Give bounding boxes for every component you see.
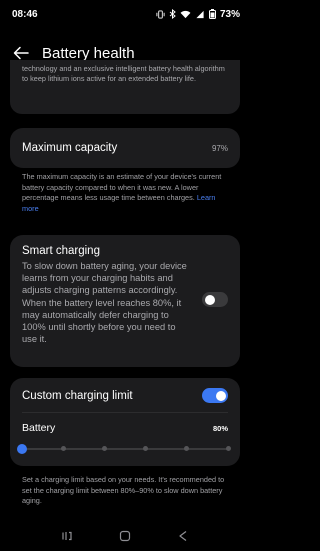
smart-charging-card: Smart charging To slow down battery agin… xyxy=(10,235,240,367)
charging-limit-description: Set a charging limit based on your needs… xyxy=(22,475,225,505)
toggle-knob xyxy=(205,294,215,305)
capacity-description: The maximum capacity is an estimate of y… xyxy=(22,172,234,214)
back-triangle-icon xyxy=(179,531,187,541)
slider-step-dot xyxy=(143,446,149,451)
smart-charging-description: To slow down battery aging, your device … xyxy=(22,261,187,345)
back-nav-button[interactable] xyxy=(176,529,190,543)
battery-limit-value: 80% xyxy=(212,424,228,433)
charging-limit-slider[interactable] xyxy=(17,442,231,456)
divider xyxy=(22,412,228,413)
system-nav-bar xyxy=(0,521,250,551)
home-icon xyxy=(119,530,131,542)
status-bar: 08:46 73% xyxy=(0,0,250,28)
status-icons: 73% xyxy=(156,9,240,20)
intro-card: technology and an exclusive intelligent … xyxy=(10,60,240,114)
maximum-capacity-row: Maximum capacity 97% xyxy=(10,128,240,168)
home-button[interactable] xyxy=(118,529,132,543)
recents-icon xyxy=(62,531,72,541)
slider-track xyxy=(22,448,228,450)
recents-button[interactable] xyxy=(60,529,74,543)
capacity-description-text: The maximum capacity is an estimate of y… xyxy=(22,172,222,202)
maximum-capacity-value: 97% xyxy=(211,143,228,153)
bluetooth-icon xyxy=(169,9,176,19)
status-time: 08:46 xyxy=(12,8,38,20)
vibrate-icon xyxy=(156,9,165,19)
battery-icon xyxy=(208,9,216,19)
maximum-capacity-label: Maximum capacity xyxy=(22,142,118,154)
custom-charging-limit-card: Custom charging limit Battery 80% xyxy=(10,378,240,466)
slider-step-dot xyxy=(225,446,231,451)
battery-limit-label: Battery xyxy=(22,422,56,434)
slider-step-dot xyxy=(60,446,66,451)
slider-step-dot xyxy=(101,446,107,451)
signal-icon xyxy=(195,10,205,19)
custom-charging-limit-toggle[interactable] xyxy=(202,388,228,403)
battery-percent: 73% xyxy=(219,8,240,20)
smart-charging-title: Smart charging xyxy=(22,245,100,257)
custom-charging-limit-title: Custom charging limit xyxy=(22,390,133,402)
back-arrow-icon xyxy=(13,46,29,60)
battery-health-screen: 08:46 73% Battery health technology and … xyxy=(0,0,250,551)
intro-text: technology and an exclusive intelligent … xyxy=(22,64,225,83)
slider-thumb[interactable] xyxy=(17,443,27,454)
smart-charging-toggle[interactable] xyxy=(202,292,228,307)
page-title: Battery health xyxy=(42,44,135,62)
wifi-icon xyxy=(180,10,191,19)
toggle-knob xyxy=(215,390,226,401)
slider-step-dot xyxy=(184,446,190,451)
